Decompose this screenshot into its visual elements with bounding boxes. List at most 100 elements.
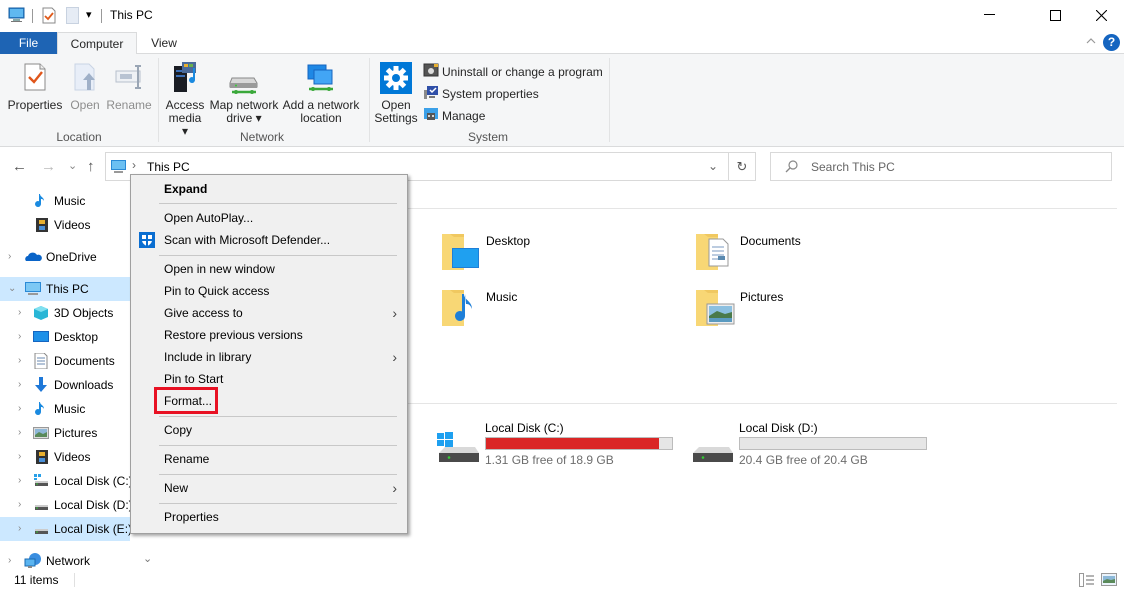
menu-item-rename[interactable]: Rename bbox=[131, 448, 407, 470]
drive-usage-bar bbox=[485, 437, 673, 450]
sidebar-item-local-disk-c[interactable]: › Local Disk (C:) bbox=[0, 469, 133, 493]
folder-music[interactable]: Music bbox=[440, 286, 680, 336]
sidebar-item-music[interactable]: › Music bbox=[0, 397, 130, 421]
computer-icon[interactable] bbox=[8, 7, 25, 26]
drive-local-disk-c[interactable]: Local Disk (C:) 1.31 GB free of 18.9 GB bbox=[435, 421, 695, 471]
expand-chevron-icon[interactable]: › bbox=[18, 355, 21, 366]
sidebar-item-videos[interactable]: › Videos bbox=[0, 445, 130, 469]
breadcrumb-this-pc[interactable]: This PC bbox=[147, 160, 190, 174]
expand-chevron-icon[interactable]: › bbox=[18, 475, 21, 486]
menu-separator bbox=[159, 474, 397, 475]
help-icon[interactable]: ? bbox=[1103, 34, 1120, 51]
music-icon bbox=[34, 193, 50, 209]
system-properties-button[interactable]: System properties bbox=[423, 84, 539, 103]
menu-item-properties[interactable]: Properties bbox=[131, 506, 407, 528]
add-network-location-button[interactable]: Add a network location bbox=[282, 62, 360, 125]
expand-chevron-icon[interactable]: › bbox=[8, 251, 11, 262]
expand-chevron-icon[interactable]: › bbox=[18, 379, 21, 390]
sidebar-item-network[interactable]: › Network bbox=[0, 549, 130, 570]
new-folder-icon[interactable] bbox=[66, 7, 79, 27]
menu-item-new[interactable]: New › bbox=[131, 477, 407, 499]
sidebar-item-local-disk-d[interactable]: › Local Disk (D:) bbox=[0, 493, 133, 517]
menu-item-open-autoplay[interactable]: Open AutoPlay... bbox=[131, 207, 407, 229]
sidebar-item-local-disk-e[interactable]: › Local Disk (E:) bbox=[0, 517, 132, 541]
desktop-folder-icon bbox=[440, 230, 482, 275]
sidebar-item-music-quick[interactable]: Music bbox=[0, 189, 130, 213]
drive-icon bbox=[689, 431, 735, 470]
menu-item-restore-versions[interactable]: Restore previous versions bbox=[131, 324, 407, 346]
menu-item-pin-quick-access[interactable]: Pin to Quick access bbox=[131, 280, 407, 302]
music-icon bbox=[34, 401, 50, 417]
up-button[interactable]: ↑ bbox=[87, 158, 95, 175]
customize-dropdown-icon[interactable]: ▾ bbox=[86, 8, 92, 21]
expand-chevron-icon[interactable]: › bbox=[18, 523, 21, 534]
menu-item-give-access[interactable]: Give access to › bbox=[131, 302, 407, 324]
open-button[interactable]: Open bbox=[68, 62, 102, 112]
menu-item-open-new-window[interactable]: Open in new window bbox=[131, 258, 407, 280]
expand-chevron-icon[interactable]: › bbox=[18, 403, 21, 414]
expand-chevron-icon[interactable]: › bbox=[18, 499, 21, 510]
add-network-location-icon bbox=[282, 62, 360, 96]
uninstall-program-button[interactable]: Uninstall or change a program bbox=[423, 62, 603, 81]
details-view-icon[interactable] bbox=[1079, 573, 1095, 590]
minimize-button[interactable] bbox=[966, 0, 1012, 30]
expand-chevron-icon[interactable]: › bbox=[8, 555, 11, 566]
expand-chevron-icon[interactable]: › bbox=[18, 331, 21, 342]
address-dropdown-button[interactable]: ⌄ bbox=[708, 159, 718, 173]
properties-icon[interactable] bbox=[42, 7, 56, 27]
collapse-chevron-icon[interactable]: ⌄ bbox=[8, 283, 16, 294]
tab-computer[interactable]: Computer bbox=[57, 32, 137, 55]
sidebar-item-3d-objects[interactable]: › 3D Objects bbox=[0, 301, 130, 325]
refresh-button[interactable]: ↻ bbox=[729, 152, 756, 181]
sidebar-item-documents[interactable]: › Documents bbox=[0, 349, 130, 373]
sidebar-item-pictures[interactable]: › Pictures bbox=[0, 421, 130, 445]
rename-button[interactable]: Rename bbox=[104, 62, 154, 112]
group-label-system: System bbox=[467, 130, 508, 144]
large-icons-view-icon[interactable] bbox=[1101, 573, 1117, 590]
tab-file[interactable]: File bbox=[0, 32, 57, 54]
recent-locations-button[interactable]: ⌄ bbox=[68, 159, 77, 172]
desktop-icon bbox=[33, 329, 49, 345]
access-media-button[interactable]: Access media ▾ bbox=[164, 62, 206, 138]
settings-gear-icon bbox=[373, 62, 419, 96]
menu-item-copy[interactable]: Copy bbox=[131, 419, 407, 441]
open-settings-button[interactable]: Open Settings bbox=[373, 62, 419, 125]
forward-button[interactable]: → bbox=[41, 158, 56, 175]
back-button[interactable]: ← bbox=[12, 158, 27, 175]
drive-local-disk-d[interactable]: Local Disk (D:) 20.4 GB free of 20.4 GB bbox=[689, 421, 949, 471]
map-network-drive-button[interactable]: Map network drive ▾ bbox=[207, 62, 281, 125]
scroll-down-arrow-icon[interactable]: ⌄ bbox=[143, 552, 152, 565]
sidebar-item-videos-quick[interactable]: Videos bbox=[0, 213, 130, 237]
search-input[interactable]: Search This PC bbox=[811, 160, 895, 174]
sidebar-item-this-pc[interactable]: ⌄ This PC bbox=[0, 277, 130, 301]
menu-item-include-library[interactable]: Include in library › bbox=[131, 346, 407, 368]
expand-chevron-icon[interactable]: › bbox=[18, 451, 21, 462]
map-network-drive-icon bbox=[207, 62, 281, 96]
sidebar-item-downloads[interactable]: › Downloads bbox=[0, 373, 130, 397]
drive-icon bbox=[33, 521, 49, 537]
pictures-folder-icon bbox=[694, 286, 736, 331]
network-icon bbox=[24, 552, 41, 568]
search-box[interactable]: Search This PC bbox=[770, 152, 1112, 181]
menu-separator bbox=[159, 203, 397, 204]
folder-documents[interactable]: Documents bbox=[694, 230, 934, 280]
tab-view[interactable]: View bbox=[140, 32, 188, 54]
folder-pictures[interactable]: Pictures bbox=[694, 286, 934, 336]
documents-folder-icon bbox=[694, 230, 736, 275]
manage-button[interactable]: Manage bbox=[423, 106, 485, 125]
collapse-ribbon-icon[interactable] bbox=[1086, 36, 1096, 48]
sidebar-item-onedrive[interactable]: › OneDrive bbox=[0, 245, 130, 269]
properties-button[interactable]: Properties bbox=[4, 62, 66, 112]
folder-desktop[interactable]: Desktop bbox=[440, 230, 680, 280]
close-button[interactable] bbox=[1078, 0, 1124, 30]
menu-item-expand[interactable]: Expand bbox=[131, 178, 407, 200]
ribbon-tabs: File Computer View ? bbox=[0, 32, 1124, 55]
submenu-arrow-icon: › bbox=[392, 349, 397, 365]
drive-icon bbox=[33, 497, 49, 513]
sidebar-item-desktop[interactable]: › Desktop bbox=[0, 325, 130, 349]
expand-chevron-icon[interactable]: › bbox=[18, 427, 21, 438]
maximize-button[interactable] bbox=[1032, 0, 1078, 30]
menu-item-scan-defender[interactable]: Scan with Microsoft Defender... bbox=[131, 229, 407, 251]
expand-chevron-icon[interactable]: › bbox=[18, 307, 21, 318]
breadcrumb-separator[interactable]: › bbox=[132, 158, 136, 172]
